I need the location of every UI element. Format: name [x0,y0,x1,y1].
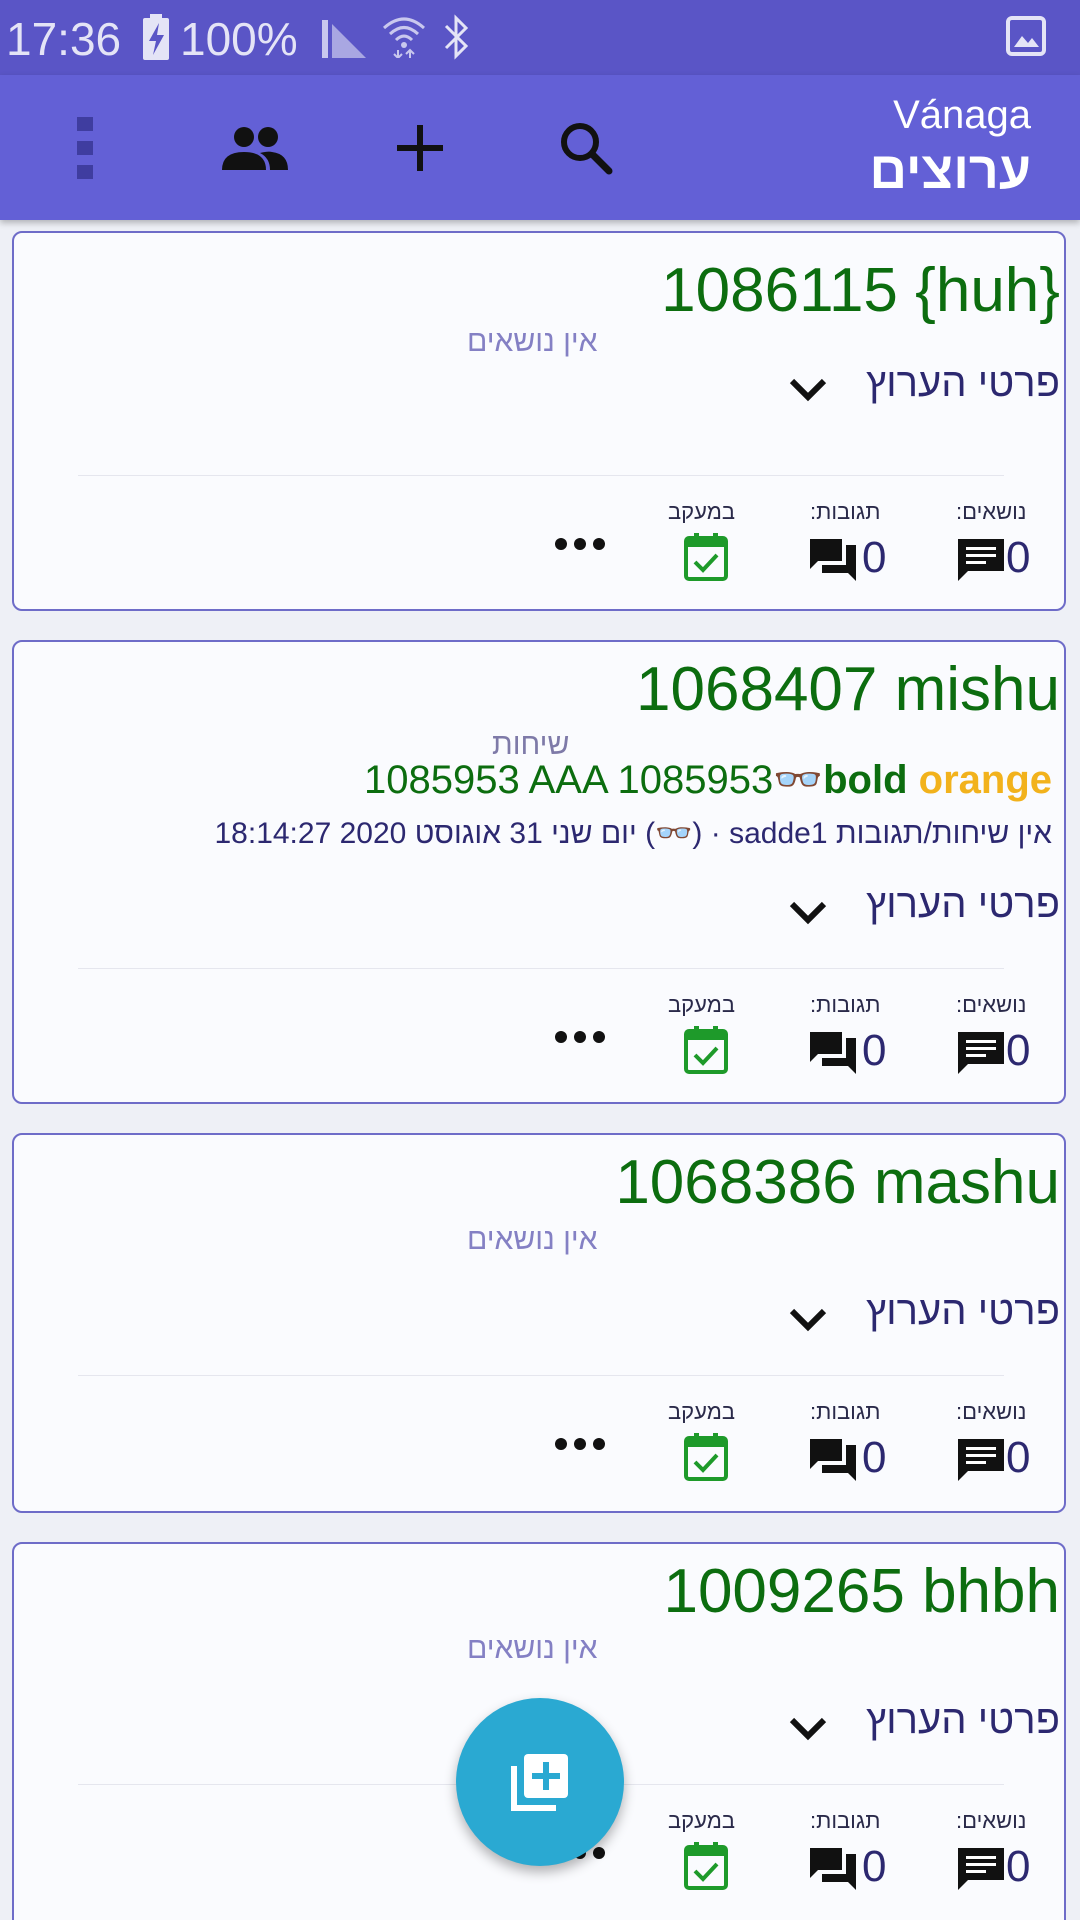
chevron-down-icon[interactable] [786,1305,830,1335]
channel-title[interactable]: 1086115 {huh} [661,255,1060,326]
channel-details-toggle[interactable]: פרטי הערוץ [866,361,1060,406]
search-icon [561,123,613,175]
channel-card[interactable]: 1086115 {huh} אין נושאים פרטי הערוץ נושא… [12,231,1066,611]
tracking-label: במעקב [668,499,735,524]
divider [78,1375,1004,1376]
replies-count: 0 [862,1026,887,1075]
topics-icon [958,1848,1004,1890]
tracking-label: במעקב [668,1808,735,1833]
members-button[interactable] [210,115,300,181]
battery-charging-icon [143,14,169,60]
replies-label: תגובות: [810,1808,881,1833]
no-topics-label: אין נושאים [467,1223,598,1256]
topics-count: 0 [1006,1842,1031,1891]
status-time: 17:36 [6,13,122,65]
channel-list: 1086115 {huh} אין נושאים פרטי הערוץ נושא… [0,220,1080,1920]
topics-label: נושאים: [956,1808,1027,1833]
topics-label: נושאים: [956,992,1027,1017]
tracking-label: במעקב [668,1399,735,1424]
channel-title[interactable]: 1068386 mashu [615,1147,1060,1218]
topics-icon [958,539,1004,581]
search-button[interactable] [548,110,624,186]
topics-label: נושאים: [956,1399,1027,1424]
topics-count: 0 [1006,1433,1031,1482]
channel-details-toggle[interactable]: פרטי הערוץ [866,1289,1060,1334]
chevron-down-icon[interactable] [786,898,830,928]
topic-bold-text: bold [823,758,908,802]
chevron-down-icon[interactable] [786,375,830,405]
app-subtitle: Vánaga [893,93,1031,137]
topics-icon [958,1439,1004,1481]
library-add-icon [511,1754,568,1811]
replies-label: תגובות: [810,499,881,524]
event-available-icon[interactable] [684,533,728,581]
forum-icon [810,1032,856,1074]
topics-label: נושאים: [956,499,1027,524]
more-horiz-icon[interactable] [554,1030,606,1044]
channel-details-toggle[interactable]: פרטי הערוץ [866,1698,1060,1743]
add-channel-button[interactable] [385,110,455,186]
no-topics-label: אין נושאים [467,325,598,358]
event-available-icon[interactable] [684,1026,728,1074]
no-topics-label: אין נושאים [467,1632,598,1665]
app-bar: Vánaga ערוצים [0,75,1080,220]
topics-count: 0 [1006,1026,1031,1075]
status-bar: 17:36 100% [0,0,1080,75]
channel-card[interactable]: 1068407 mishu שיחות 1085953 AAA 1085953👓… [12,640,1066,1104]
battery-percent: 100% [180,13,298,65]
add-icon [397,125,443,171]
topic-meta: אין שיחות/תגובות sadde1 · (👓) יום שני 31… [214,817,1052,850]
wifi-icon [382,17,426,58]
topic-item[interactable]: 1085953 AAA 1085953👓bold orange [364,756,1052,803]
page-title: ערוצים [869,142,1031,200]
replies-count: 0 [862,1842,887,1891]
channel-title[interactable]: 1009265 bhbh [663,1556,1060,1627]
channel-title[interactable]: 1068407 mishu [636,654,1060,725]
topics-icon [958,1032,1004,1074]
channel-card[interactable]: 1068386 mashu אין נושאים פרטי הערוץ נושא… [12,1133,1066,1513]
replies-count: 0 [862,533,887,582]
more-horiz-icon[interactable] [554,537,606,551]
more-horiz-icon[interactable] [554,1437,606,1451]
more-menu-button[interactable] [60,113,110,183]
chevron-down-icon[interactable] [786,1714,830,1744]
image-icon [1006,16,1046,56]
topic-text: 1085953 AAA 1085953 [363,758,774,802]
event-available-icon[interactable] [684,1433,728,1481]
event-available-icon[interactable] [684,1842,728,1890]
topics-count: 0 [1006,533,1031,582]
forum-icon [810,1848,856,1890]
replies-label: תגובות: [810,1399,881,1424]
tracking-label: במעקב [668,992,735,1017]
signal-icon [322,20,366,58]
bluetooth-icon [444,14,469,60]
add-topic-fab[interactable] [456,1698,624,1866]
divider [78,475,1004,476]
replies-count: 0 [862,1433,887,1482]
people-icon [222,127,288,170]
topic-orange-text: orange [918,758,1052,802]
replies-label: תגובות: [810,992,881,1017]
divider [78,968,1004,969]
more-vert-icon [77,117,93,179]
glasses-icon: 👓 [773,758,824,802]
forum-icon [810,539,856,581]
channel-details-toggle[interactable]: פרטי הערוץ [866,882,1060,927]
forum-icon [810,1439,856,1481]
